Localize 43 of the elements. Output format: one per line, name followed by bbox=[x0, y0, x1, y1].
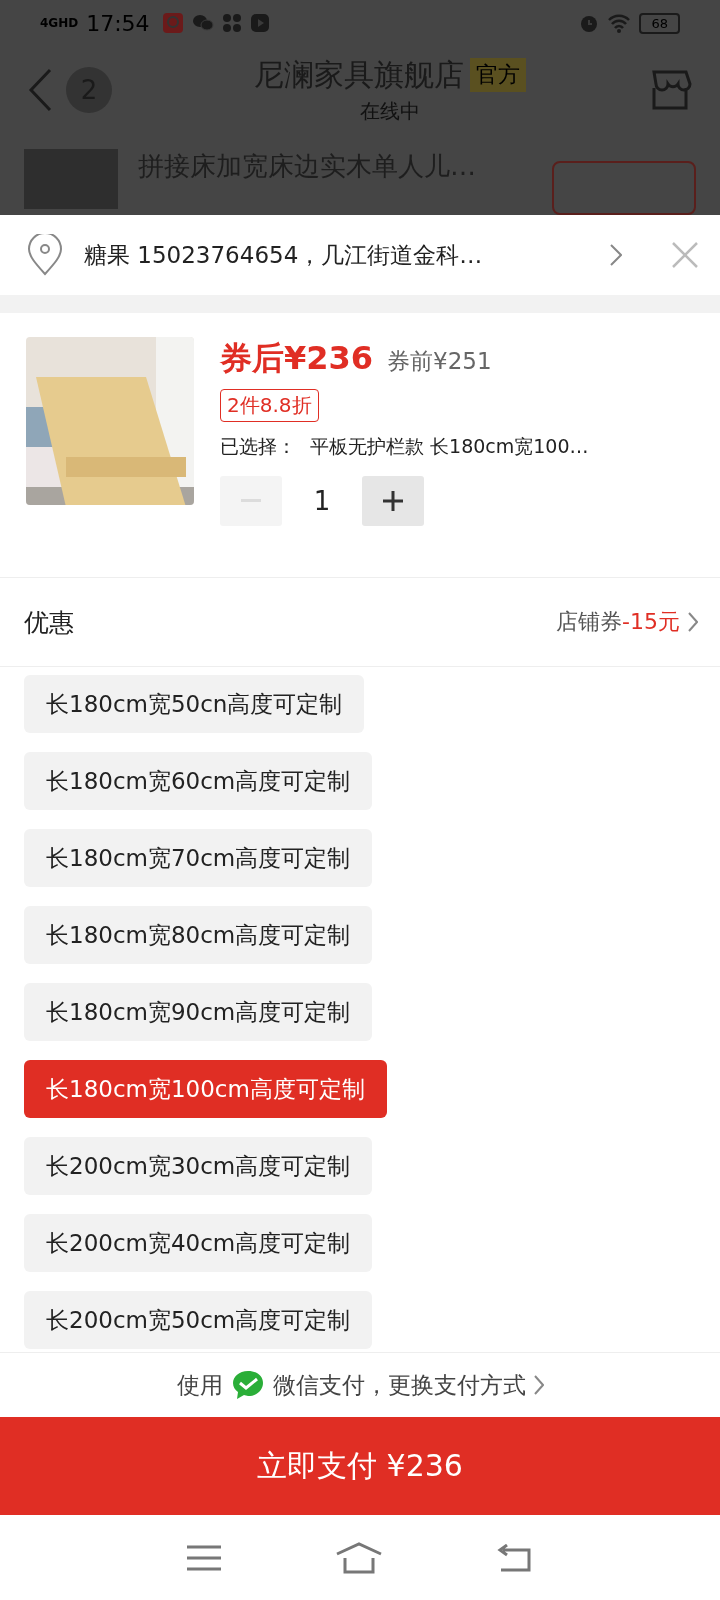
variant-option[interactable]: 长180cm宽80cm高度可定制 bbox=[24, 906, 373, 964]
variant-option[interactable]: 长180cm宽100cm高度可定制 bbox=[24, 1060, 387, 1118]
promo-tag: 2件8.8折 bbox=[220, 389, 319, 422]
chat-bubble-check-icon bbox=[230, 1369, 265, 1401]
chevron-right-icon[interactable] bbox=[688, 612, 698, 632]
network-indicator: 4GHD bbox=[40, 16, 79, 31]
back-icon[interactable] bbox=[497, 1543, 533, 1572]
grid-notification-icon bbox=[221, 13, 242, 34]
payment-prefix: 使用 bbox=[176, 1370, 223, 1400]
battery-indicator: 68 bbox=[639, 12, 680, 34]
variant-option[interactable]: 长200cm宽40cm高度可定制 bbox=[24, 1214, 373, 1272]
quantity-value: 1 bbox=[312, 486, 332, 516]
wifi-icon bbox=[607, 13, 632, 34]
variant-option[interactable]: 长200cm宽30cm高度可定制 bbox=[24, 1137, 373, 1195]
variant-option[interactable]: 长180cm宽90cm高度可定制 bbox=[24, 983, 373, 1041]
chevron-right-icon[interactable] bbox=[533, 1375, 544, 1395]
plus-icon bbox=[383, 491, 403, 511]
address-text[interactable]: 糖果 15023764654，几江街道金科… bbox=[84, 239, 590, 271]
price-before-coupon: 券前¥251 bbox=[387, 347, 492, 376]
selected-variant: 平板无护栏款 长180cm宽100… bbox=[310, 434, 589, 459]
alarm-icon bbox=[579, 13, 600, 34]
variant-option[interactable]: 长180cm宽70cm高度可定制 bbox=[24, 829, 373, 887]
chevron-right-icon[interactable] bbox=[610, 244, 622, 266]
pay-now-button[interactable]: 立即支付 ¥236 bbox=[0, 1417, 720, 1515]
menu-icon[interactable] bbox=[187, 1544, 221, 1571]
selected-label: 已选择： bbox=[220, 434, 296, 459]
play-notification-icon bbox=[249, 13, 270, 34]
coupon-label[interactable]: 店铺券 bbox=[556, 607, 623, 637]
official-badge: 官方 bbox=[470, 58, 526, 93]
variant-option[interactable]: 长200cm宽50cm高度可定制 bbox=[24, 1291, 373, 1349]
variant-option[interactable]: 长180cm宽50cn高度可定制 bbox=[24, 675, 365, 733]
status-time: 17:54 bbox=[86, 10, 150, 36]
location-pin-icon bbox=[26, 234, 64, 276]
home-icon[interactable] bbox=[335, 1541, 383, 1574]
variant-option[interactable]: 长180cm宽60cm高度可定制 bbox=[24, 752, 373, 810]
discount-label: 优惠 bbox=[24, 606, 74, 639]
price-after-coupon: 券后¥236 bbox=[220, 338, 374, 379]
coupon-value[interactable]: -15元 bbox=[622, 607, 680, 637]
close-icon[interactable] bbox=[672, 242, 698, 268]
payment-method-link[interactable]: 微信支付，更换支付方式 bbox=[272, 1369, 526, 1401]
increment-button[interactable] bbox=[362, 476, 424, 526]
app-notification-icon bbox=[161, 12, 184, 35]
back-icon[interactable] bbox=[28, 67, 52, 112]
